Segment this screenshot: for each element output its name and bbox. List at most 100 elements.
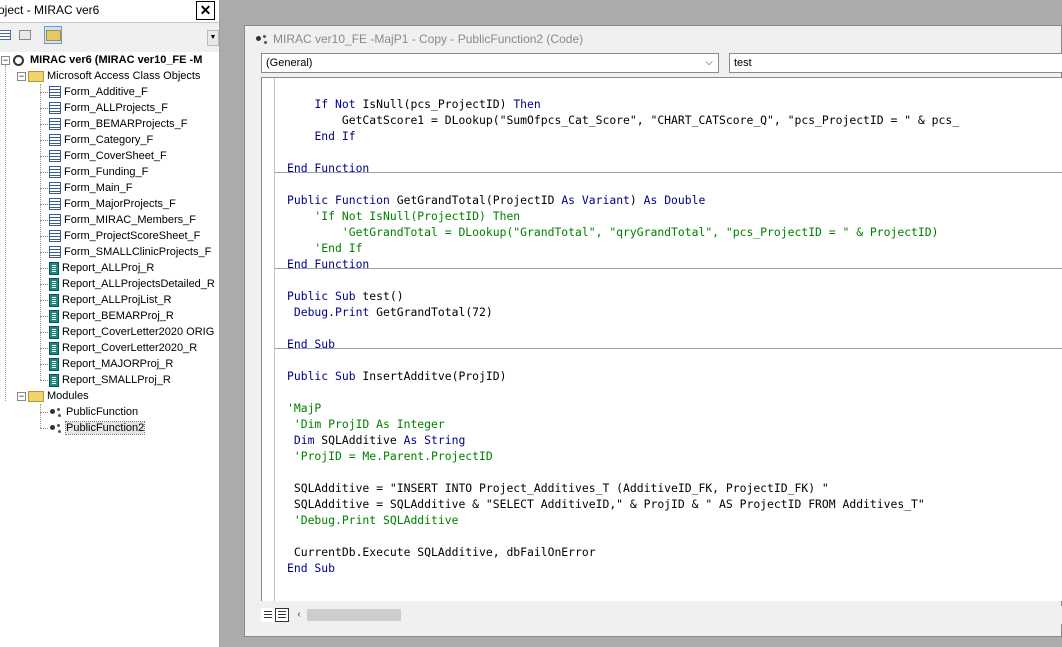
code-text: ): [629, 193, 644, 207]
code-editor[interactable]: If Not IsNull(pcs_ProjectID) Then GetCat…: [261, 77, 1062, 601]
code-line[interactable]: 'GetGrandTotal = DLookup("GrandTotal", "…: [287, 224, 959, 240]
code-line[interactable]: [287, 272, 959, 288]
chevron-down-icon[interactable]: ⌵: [702, 55, 716, 71]
scroll-left-icon[interactable]: ‹: [293, 608, 305, 622]
margin-indicator-bar[interactable]: [262, 78, 275, 601]
tree-node[interactable]: Report_SMALLProj_R: [49, 372, 171, 388]
tree-node[interactable]: Form_Additive_F: [49, 84, 148, 100]
code-line[interactable]: Dim SQLAdditive As String: [287, 432, 959, 448]
code-line[interactable]: 'If Not IsNull(ProjectID) Then: [287, 208, 959, 224]
tree-node-label: Form_ProjectScoreSheet_F: [64, 230, 201, 242]
tree-node[interactable]: MIRAC ver6 (MIRAC ver10_FE -M: [12, 52, 202, 68]
code-line[interactable]: [287, 352, 959, 368]
code-line[interactable]: SQLAdditive = "INSERT INTO Project_Addit…: [287, 480, 959, 496]
tree-node[interactable]: Form_ALLProjects_F: [49, 100, 168, 116]
tree-node[interactable]: Report_ALLProjectsDetailed_R: [49, 276, 215, 292]
code-line[interactable]: End Sub: [287, 560, 959, 576]
code-line[interactable]: If Not IsNull(pcs_ProjectID) Then: [287, 96, 959, 112]
code-window-titlebar[interactable]: MIRAC ver10_FE -MajP1 - Copy - PublicFun…: [245, 26, 1062, 50]
folder-icon: [28, 390, 44, 402]
collapse-expander[interactable]: −: [1, 56, 10, 65]
view-object-icon[interactable]: [16, 26, 34, 44]
code-line[interactable]: Public Function GetGrandTotal(ProjectID …: [287, 192, 959, 208]
code-line[interactable]: 'End If: [287, 240, 959, 256]
code-line[interactable]: [287, 176, 959, 192]
code-text: SQLAdditive = SQLAdditive & "SELECT Addi…: [287, 497, 925, 511]
tree-node[interactable]: Form_Funding_F: [49, 164, 148, 180]
tree-node[interactable]: PublicFunction: [49, 404, 138, 420]
collapse-expander[interactable]: −: [17, 392, 26, 401]
code-line[interactable]: 'Dim ProjID As Integer: [287, 416, 959, 432]
tree-node[interactable]: Modules: [28, 388, 89, 404]
tree-node[interactable]: Form_MIRAC_Members_F: [49, 212, 196, 228]
tree-node[interactable]: Microsoft Access Class Objects: [28, 68, 200, 84]
tree-connector: [40, 284, 48, 285]
code-line[interactable]: [287, 144, 959, 160]
code-line[interactable]: [287, 320, 959, 336]
project-explorer-title: oject - MIRAC ver6: [0, 3, 100, 17]
tree-node-label: Report_CoverLetter2020 ORIG: [62, 326, 215, 338]
tree-node[interactable]: Form_MajorProjects_F: [49, 196, 176, 212]
code-line[interactable]: Public Sub test(): [287, 288, 959, 304]
code-comment: 'GetGrandTotal = DLookup("GrandTotal", "…: [287, 225, 939, 239]
toggle-folders-icon[interactable]: [44, 26, 62, 44]
code-line[interactable]: [287, 464, 959, 480]
tree-connector: [40, 252, 48, 253]
tree-node[interactable]: Report_MAJORProj_R: [49, 356, 173, 372]
horizontal-scrollbar-thumb[interactable]: [307, 609, 401, 621]
tree-node[interactable]: Form_Main_F: [49, 180, 132, 196]
code-line[interactable]: 'MajP: [287, 400, 959, 416]
tree-node[interactable]: Form_Category_F: [49, 132, 153, 148]
code-line[interactable]: End Function: [287, 256, 959, 272]
tree-node[interactable]: Form_CoverSheet_F: [49, 148, 167, 164]
code-line[interactable]: End Sub: [287, 336, 959, 352]
code-line[interactable]: [287, 528, 959, 544]
code-line[interactable]: Public Sub InsertAdditve(ProjID): [287, 368, 959, 384]
code-line[interactable]: End Function: [287, 160, 959, 176]
code-keyword: Public Sub: [287, 289, 356, 303]
procedure-view-icon[interactable]: [261, 608, 275, 622]
code-line[interactable]: 'ProjID = Me.Parent.ProjectID: [287, 448, 959, 464]
tree-node[interactable]: PublicFunction2: [49, 420, 146, 436]
tree-node[interactable]: Report_CoverLetter2020 ORIG: [49, 324, 214, 340]
code-keyword: Then: [513, 97, 541, 111]
code-line[interactable]: GetCatScore1 = DLookup("SumOfpcs_Cat_Sco…: [287, 112, 959, 128]
report-icon: [49, 325, 59, 339]
code-text: SQLAdditive: [314, 433, 404, 447]
tree-connector: [40, 124, 48, 125]
code-comment: 'Dim ProjID As Integer: [287, 417, 445, 431]
code-line[interactable]: CurrentDb.Execute SQLAdditive, dbFailOnE…: [287, 544, 959, 560]
tree-node[interactable]: Report_BEMARProj_R: [49, 308, 174, 324]
code-line[interactable]: [287, 384, 959, 400]
tree-node[interactable]: Report_CoverLetter2020_R: [49, 340, 197, 356]
project-icon: [12, 54, 27, 67]
code-comment: 'ProjID = Me.Parent.ProjectID: [287, 449, 493, 463]
view-code-icon[interactable]: [0, 26, 14, 44]
code-line[interactable]: End If: [287, 128, 959, 144]
form-icon: [49, 102, 61, 114]
close-icon[interactable]: ✕: [196, 1, 215, 20]
tree-node[interactable]: Report_ALLProjList_R: [49, 292, 171, 308]
object-dropdown[interactable]: (General) ⌵: [261, 53, 719, 73]
module-icon: [49, 406, 63, 418]
toolbar-scroll-arrow[interactable]: ▼: [207, 30, 219, 46]
tree-node-label: Modules: [47, 390, 89, 402]
tree-node[interactable]: Form_ProjectScoreSheet_F: [49, 228, 200, 244]
tree-node[interactable]: Report_ALLProj_R: [49, 260, 154, 276]
tree-connector: [40, 84, 41, 380]
project-explorer-toolbar: [0, 23, 219, 49]
tree-connector: [40, 156, 48, 157]
code-line[interactable]: SQLAdditive = SQLAdditive & "SELECT Addi…: [287, 496, 959, 512]
full-module-view-icon[interactable]: [275, 608, 289, 622]
code-line[interactable]: Debug.Print GetGrandTotal(72): [287, 304, 959, 320]
form-icon: [49, 214, 61, 226]
procedure-dropdown[interactable]: test: [729, 53, 1062, 73]
tree-node[interactable]: Form_SMALLClinicProjects_F: [49, 244, 211, 260]
collapse-expander[interactable]: −: [17, 72, 26, 81]
code-line[interactable]: 'Debug.Print SQLAdditive: [287, 512, 959, 528]
code-lines[interactable]: If Not IsNull(pcs_ProjectID) Then GetCat…: [287, 96, 959, 576]
tree-node[interactable]: Form_BEMARProjects_F: [49, 116, 187, 132]
